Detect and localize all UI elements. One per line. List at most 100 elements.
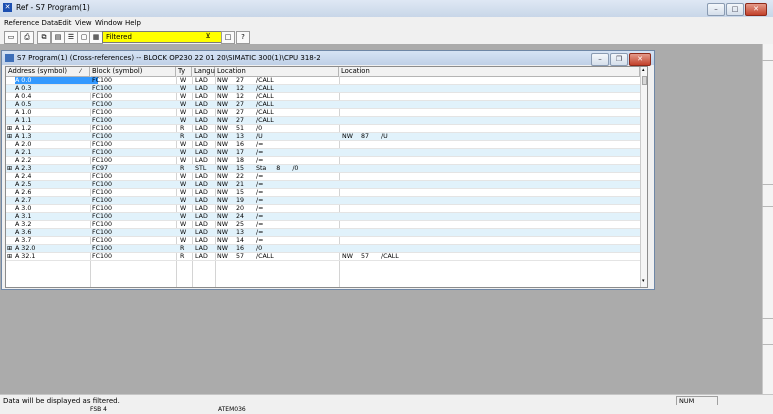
expand-icon[interactable] [7,85,14,92]
open-icon[interactable]: ▭ [4,31,18,44]
scroll-down-icon[interactable]: ▾ [642,278,645,284]
child-close-button[interactable]: ✕ [629,53,651,66]
scroll-thumb[interactable] [642,76,647,85]
expand-icon[interactable] [7,181,14,188]
expand-icon[interactable] [7,117,14,124]
table-row[interactable]: A 3.1 FC100 W LAD NW 24 /= [6,213,640,221]
cell-loc2 [342,173,638,180]
cell-loc1: NW 24 /= [217,213,264,220]
addresses-without-symbols-icon[interactable]: ▦ [89,31,103,44]
cell-addr: A 1.2 [15,125,32,132]
filter-icon[interactable]: ⊻ [202,31,214,42]
expand-icon[interactable] [7,101,14,108]
column-header-type[interactable]: Ty [176,67,192,76]
table-row[interactable]: ⊞ A 32.0 FC100 R LAD NW 16 /0 [6,245,640,253]
expand-icon[interactable] [7,93,14,100]
table-row[interactable]: A 2.0 FC100 W LAD NW 16 /= [6,141,640,149]
menu-help[interactable]: Help [125,19,141,27]
cell-loc2 [342,141,638,148]
table-row[interactable]: ⊞ A 1.2 FC100 R LAD NW 51 /0 [6,125,640,133]
child-minimize-button[interactable]: – [591,53,609,66]
cross-reference-icon[interactable]: ⧉ [37,31,51,44]
cell-block: FC100 [92,133,113,140]
expand-icon[interactable] [7,237,14,244]
cell-ty: W [180,93,187,100]
child-restore-button[interactable]: ❐ [610,53,628,66]
table-row[interactable]: A 0.3 FC100 W LAD NW 12 /CALL [6,85,640,93]
table-row[interactable]: A 2.1 FC100 W LAD NW 17 /= [6,149,640,157]
cell-loc2 [342,181,638,188]
cell-addr: A 3.2 [15,221,32,228]
menu-view[interactable]: View [75,19,92,27]
table-row[interactable]: ⊞ A 2.3 FC97 R STL NW 15 Sta 8 /0 [6,165,640,173]
expand-icon[interactable]: ⊞ [7,165,14,172]
table-row[interactable]: A 1.1 FC100 W LAD NW 27 /CALL [6,117,640,125]
table-row[interactable]: A 3.7 FC100 W LAD NW 14 /= [6,237,640,245]
cell-lang: LAD [195,141,208,148]
cell-ty: W [180,181,187,188]
menu-window[interactable]: Window [95,19,123,27]
table-row[interactable]: A 0.4 FC100 W LAD NW 12 /CALL [6,93,640,101]
cell-block: FC100 [92,213,113,220]
structure-icon[interactable]: ☰ [64,31,78,44]
table-row[interactable]: A 3.2 FC100 W LAD NW 25 /= [6,221,640,229]
table-row[interactable]: A 2.2 FC100 W LAD NW 18 /= [6,157,640,165]
expand-icon[interactable] [7,109,14,116]
cell-loc1: NW 21 /= [217,181,264,188]
expand-icon[interactable] [7,213,14,220]
expand-icon[interactable] [7,197,14,204]
cell-ty: W [180,77,187,84]
cell-loc2 [342,117,638,124]
table-row[interactable]: A 0.0 FC100 W LAD NW 27 /CALL [6,77,640,85]
menu-edit[interactable]: Edit [58,19,72,27]
expand-icon[interactable]: ⊞ [7,245,14,252]
vertical-scrollbar[interactable]: ▴ ▾ [640,67,647,287]
scroll-up-icon[interactable]: ▴ [642,67,645,73]
expand-icon[interactable] [7,173,14,180]
cell-loc2 [342,85,638,92]
cell-addr: A 2.4 [15,173,32,180]
expand-icon[interactable] [7,149,14,156]
window-icon[interactable]: □ [221,31,235,44]
edge-divider [762,60,773,61]
column-header-address[interactable]: Address (symbol) [6,67,90,76]
expand-icon[interactable] [7,221,14,228]
menu-reference-data[interactable]: Reference Data [4,19,58,27]
column-header-block[interactable]: Block (symbol) [90,67,176,76]
close-button[interactable]: ✕ [745,3,767,16]
table-row[interactable]: A 0.5 FC100 W LAD NW 27 /CALL [6,101,640,109]
minimize-button[interactable]: – [707,3,725,16]
expand-icon[interactable]: ⊞ [7,133,14,140]
status-text: Data will be displayed as filtered. [3,397,120,405]
cell-addr: A 1.0 [15,109,32,116]
expand-icon[interactable] [7,157,14,164]
table-row[interactable]: A 2.5 FC100 W LAD NW 21 /= [6,181,640,189]
expand-icon[interactable]: ⊞ [7,253,14,260]
print-icon[interactable]: ⎙ [20,31,34,44]
expand-icon[interactable] [7,229,14,236]
table-row[interactable]: ⊞ A 32.1 FC100 R LAD NW 57 /CALL NW 57 /CALL [6,253,640,261]
column-header-location-2[interactable]: Location [339,67,640,76]
expand-icon[interactable]: ⊞ [7,125,14,132]
table-row[interactable]: A 3.6 FC100 W LAD NW 13 /= [6,229,640,237]
cell-loc1: NW 14 /= [217,237,264,244]
cell-loc2 [342,157,638,164]
cell-ty: W [180,141,187,148]
maximize-button[interactable]: □ [726,3,744,16]
help-icon[interactable]: ? [236,31,250,44]
table-row[interactable]: A 3.0 FC100 W LAD NW 20 /= [6,205,640,213]
expand-icon[interactable] [7,205,14,212]
table-row[interactable]: A 2.7 FC100 W LAD NW 19 /= [6,197,640,205]
table-row[interactable]: A 1.0 FC100 W LAD NW 27 /CALL [6,109,640,117]
table-row[interactable]: ⊞ A 1.3 FC100 R LAD NW 13 /U NW 87 /U [6,133,640,141]
cell-addr: A 2.1 [15,149,32,156]
table-row[interactable]: A 2.6 FC100 W LAD NW 15 /= [6,189,640,197]
table-row[interactable]: A 2.4 FC100 W LAD NW 22 /= [6,173,640,181]
cell-loc1: NW 57 /CALL [217,253,274,260]
assignment-icon[interactable]: ▤ [51,31,65,44]
expand-icon[interactable] [7,77,14,84]
column-header-location[interactable]: Location [215,67,339,76]
expand-icon[interactable] [7,189,14,196]
column-header-language[interactable]: Langu [192,67,215,76]
expand-icon[interactable] [7,141,14,148]
